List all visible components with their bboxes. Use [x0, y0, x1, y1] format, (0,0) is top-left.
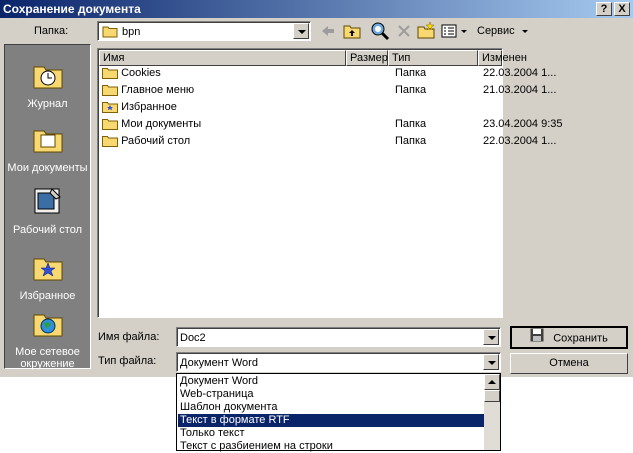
- column-header-modified[interactable]: Изменен: [478, 50, 527, 66]
- search-web-icon[interactable]: [370, 21, 390, 41]
- network-places-icon: [5, 307, 90, 342]
- folder-icon: [102, 135, 118, 148]
- folder-value: bpn: [122, 26, 141, 38]
- folder-icon: [102, 67, 118, 80]
- file-type: Папка: [395, 118, 427, 130]
- save-button[interactable]: Сохранить: [510, 326, 628, 349]
- title-bar[interactable]: Сохранение документа: [0, 0, 633, 18]
- arrow-up-icon: [488, 380, 496, 384]
- filetype-dropdown-button[interactable]: [483, 354, 499, 370]
- history-folder-icon: [5, 59, 90, 94]
- places-item-network[interactable]: Мое сетевое окружение: [5, 307, 90, 370]
- back-arrow-icon[interactable]: [318, 21, 338, 41]
- filetype-dropdown-list[interactable]: Документ Word Web-страница Шаблон докуме…: [176, 373, 501, 453]
- file-list[interactable]: Имя Размер Тип Изменен Cookies Папка 22.…: [97, 48, 563, 318]
- column-header-type[interactable]: Тип: [388, 50, 478, 66]
- file-name: Избранное: [121, 101, 177, 113]
- filetype-select[interactable]: Документ Word: [176, 352, 501, 372]
- dropdown-scrollbar[interactable]: [484, 374, 500, 450]
- folder-icon: [102, 84, 118, 97]
- places-item-history[interactable]: Журнал: [5, 59, 90, 110]
- filetype-option[interactable]: Шаблон документа: [178, 401, 484, 414]
- filetype-value: Документ Word: [180, 357, 258, 369]
- filename-dropdown-button[interactable]: [483, 329, 499, 345]
- filetype-option-selected[interactable]: Текст в формате RTF: [178, 414, 484, 427]
- folder-dropdown-button[interactable]: [293, 23, 309, 39]
- delete-icon[interactable]: [394, 21, 414, 41]
- filename-label: Имя файла:: [98, 331, 160, 343]
- column-header-size[interactable]: Размер: [346, 50, 388, 66]
- favorites-folder-icon: [5, 251, 90, 286]
- filename-input[interactable]: Doc2: [176, 327, 501, 347]
- file-row-cookies[interactable]: Cookies Папка 22.03.2004 1...: [100, 65, 556, 82]
- filetype-option[interactable]: Web-страница: [178, 388, 484, 401]
- scroll-thumb[interactable]: [484, 390, 500, 402]
- scroll-up-button[interactable]: [484, 374, 500, 390]
- file-name: Рабочий стол: [121, 135, 191, 147]
- filetype-option[interactable]: Только текст: [178, 427, 484, 440]
- cancel-button[interactable]: Отмена: [510, 353, 628, 374]
- filename-value: Doc2: [180, 332, 206, 344]
- views-menu-icon[interactable]: [440, 21, 470, 41]
- places-item-favorites[interactable]: Избранное: [5, 251, 90, 302]
- file-name: Главное меню: [121, 84, 195, 96]
- folder-combo[interactable]: bpn: [97, 21, 311, 41]
- desktop-icon: [5, 185, 90, 220]
- my-documents-icon: [5, 123, 90, 158]
- save-dialog: Сохранение документа ? X Папка: bpn Серв…: [0, 0, 633, 377]
- folder-label: Папка:: [34, 25, 69, 37]
- filetype-option[interactable]: Текст с разбиением на строки: [178, 440, 484, 453]
- up-folder-icon[interactable]: [342, 21, 362, 41]
- favorites-icon: [102, 101, 118, 114]
- window-title: Сохранение документа: [3, 2, 141, 16]
- floppy-disk-icon: [530, 328, 544, 349]
- file-modified: 22.03.2004 1...: [483, 67, 557, 79]
- file-row-favorites[interactable]: Избранное: [100, 99, 500, 116]
- new-folder-icon[interactable]: [416, 21, 436, 41]
- file-modified: 22.03.2004 1...: [483, 135, 557, 147]
- places-bar: Журнал Мои документы Рабочий стол Избран…: [4, 44, 91, 370]
- filetype-option[interactable]: Документ Word: [178, 375, 484, 388]
- file-type: Папка: [395, 84, 427, 96]
- file-name: Cookies: [121, 67, 161, 79]
- file-name: Мои документы: [121, 118, 202, 130]
- file-type: Папка: [395, 135, 427, 147]
- file-modified: 21.03.2004 1...: [483, 84, 557, 96]
- places-item-my-documents[interactable]: Мои документы: [5, 123, 90, 174]
- file-row-desktop[interactable]: Рабочий стол Папка 22.03.2004 1...: [100, 133, 556, 150]
- close-button[interactable]: X: [614, 2, 630, 16]
- filetype-label: Тип файла:: [98, 355, 157, 367]
- help-button[interactable]: ?: [596, 2, 612, 16]
- file-modified: 23.04.2004 9:35: [483, 118, 563, 130]
- folder-combo-icon: [102, 25, 118, 41]
- column-header-name[interactable]: Имя: [99, 50, 346, 66]
- folder-icon: [102, 118, 118, 131]
- service-menu[interactable]: Сервис: [477, 24, 528, 38]
- chevron-down-icon: [521, 29, 528, 33]
- file-type: Папка: [395, 67, 427, 79]
- file-row-start-menu[interactable]: Главное меню Папка 21.03.2004 1...: [100, 82, 556, 99]
- places-item-desktop[interactable]: Рабочий стол: [5, 185, 90, 236]
- file-row-my-documents[interactable]: Мои документы Папка 23.04.2004 9:35: [100, 116, 563, 133]
